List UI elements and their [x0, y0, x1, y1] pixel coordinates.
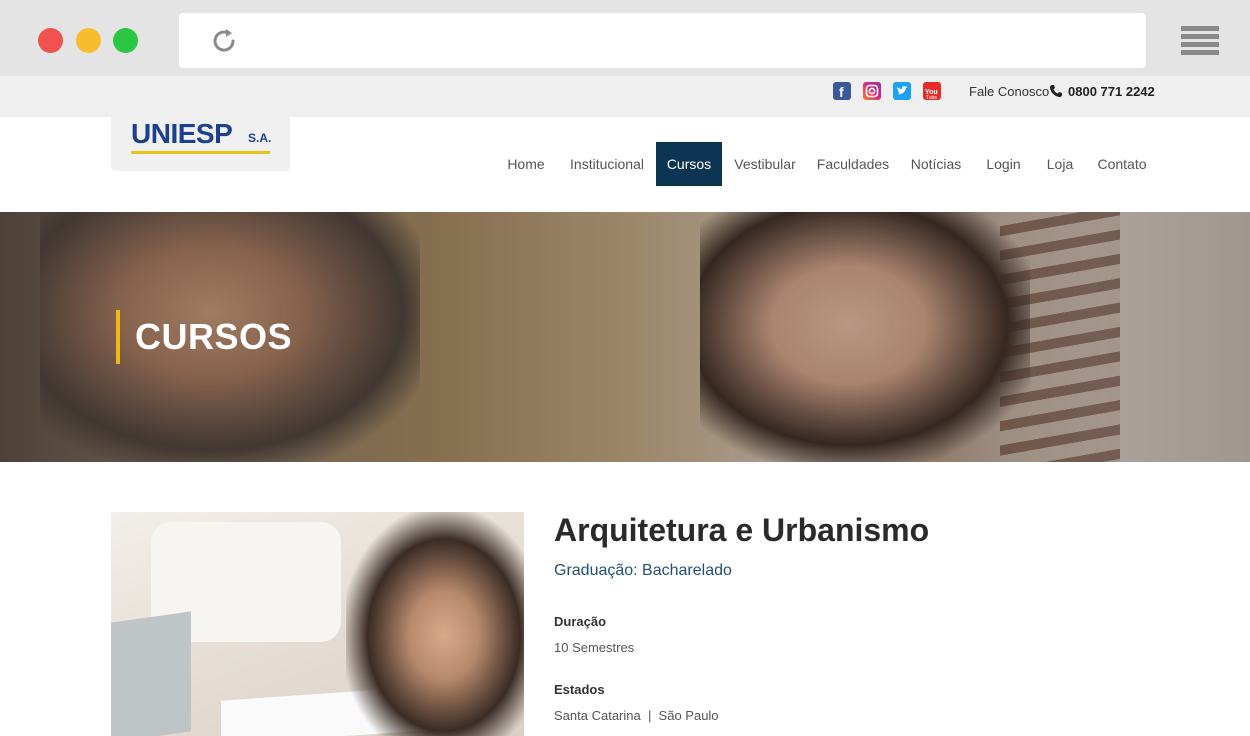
nav-item-login[interactable]: Login: [980, 142, 1027, 186]
course-image: [111, 512, 524, 736]
hamburger-menu-icon[interactable]: [1181, 26, 1219, 55]
youtube-icon[interactable]: You Tube: [923, 82, 941, 100]
course-image-laptop: [111, 611, 191, 736]
facebook-icon[interactable]: f: [833, 82, 851, 100]
minimize-window-button[interactable]: [76, 28, 101, 53]
logo-suffix-text: S.A.: [248, 131, 272, 145]
close-window-button[interactable]: [38, 28, 63, 53]
page-title: CURSOS: [135, 316, 293, 357]
nav-item-contato[interactable]: Contato: [1092, 142, 1152, 186]
course-title: Arquitetura e Urbanismo: [554, 512, 930, 548]
svg-text:Tube: Tube: [926, 95, 937, 100]
course-degree: Graduação: Bacharelado: [554, 562, 732, 579]
hero-banner: CURSOS: [0, 212, 1250, 462]
nav-item-noticias[interactable]: Notícias: [905, 142, 967, 186]
maximize-window-button[interactable]: [113, 28, 138, 53]
contact-link[interactable]: Fale Conosco: [969, 84, 1049, 99]
phone-icon: [1049, 84, 1063, 98]
address-bar[interactable]: [179, 13, 1146, 68]
duration-value: 10 Semestres: [554, 640, 635, 655]
twitter-icon[interactable]: [893, 82, 911, 100]
course-image-student: [346, 512, 524, 736]
reload-icon[interactable]: [209, 26, 239, 56]
nav-item-institucional[interactable]: Institucional: [563, 142, 651, 186]
hero-accent-bar: [116, 310, 120, 364]
logo-main-text: UNIESP: [131, 118, 233, 149]
nav-item-faculdades[interactable]: Faculdades: [813, 142, 893, 186]
browser-chrome: [0, 0, 1250, 76]
nav-item-home[interactable]: Home: [500, 142, 552, 186]
site-header: UNIESP S.A. Home Institucional Cursos Ve…: [0, 111, 1250, 212]
site-logo[interactable]: UNIESP S.A.: [111, 111, 290, 171]
nav-item-vestibular[interactable]: Vestibular: [728, 142, 802, 186]
nav-item-cursos[interactable]: Cursos: [656, 142, 722, 186]
svg-text:f: f: [839, 84, 844, 100]
phone-number[interactable]: 0800 771 2242: [1068, 84, 1155, 99]
nav-item-loja[interactable]: Loja: [1040, 142, 1080, 186]
states-label: Estados: [554, 682, 605, 697]
duration-label: Duração: [554, 614, 607, 629]
states-value: Santa Catarina | São Paulo: [554, 708, 719, 723]
logo-underline: [131, 151, 270, 154]
instagram-icon[interactable]: [863, 82, 881, 100]
